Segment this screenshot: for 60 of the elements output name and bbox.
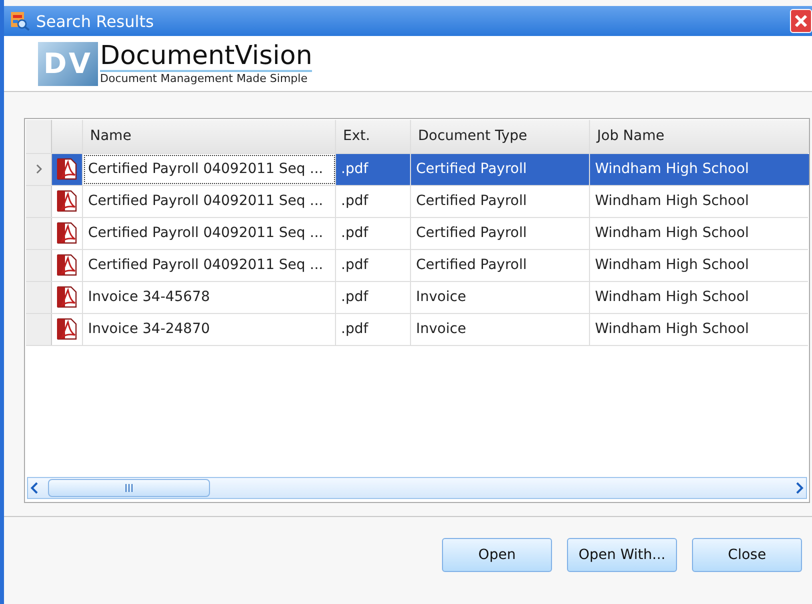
- table-cell: Certified Payroll: [411, 154, 590, 185]
- table-cell: Windham High School: [590, 250, 809, 281]
- table-cell: Certified Payroll 04092011 Seq ...: [83, 218, 336, 249]
- table-cell: .pdf: [336, 282, 411, 313]
- search-document-icon: [10, 11, 30, 32]
- column-header[interactable]: Job Name: [590, 120, 809, 153]
- window-title: Search Results: [36, 12, 154, 31]
- table-cell: Invoice: [411, 314, 590, 345]
- table-cell: Windham High School: [590, 314, 809, 345]
- pdf-icon: [56, 286, 78, 308]
- table-row[interactable]: Invoice 34-45678 .pdf Invoice Windham High School: [26, 282, 808, 314]
- table-cell: .pdf: [336, 250, 411, 281]
- table-cell: Certified Payroll: [411, 218, 590, 249]
- dialog-button[interactable]: Close: [692, 538, 802, 572]
- row-header: [26, 218, 52, 249]
- table-cell: Certified Payroll: [411, 186, 590, 217]
- logo-tagline: Document Management Made Simple: [100, 72, 308, 85]
- table-row[interactable]: Invoice 34-24870 .pdf Invoice Windham High School: [26, 314, 808, 346]
- dialog-button[interactable]: Open: [442, 538, 552, 572]
- logo-mark: DV: [38, 42, 98, 86]
- row-header: [26, 120, 52, 153]
- table-cell: .pdf: [336, 218, 411, 249]
- table-row[interactable]: Certified Payroll 04092011 Seq ... .pdf Certified Payroll Windham High School: [26, 186, 808, 218]
- column-header[interactable]: Name: [83, 120, 336, 153]
- table-cell: .pdf: [336, 314, 411, 345]
- table-cell: Windham High School: [590, 154, 809, 185]
- table-cell: Certified Payroll 04092011 Seq ...: [83, 186, 336, 217]
- table-row[interactable]: Certified Payroll 04092011 Seq ... .pdf Certified Payroll Windham High School: [26, 154, 808, 186]
- close-button[interactable]: [790, 9, 812, 34]
- table-cell: Certified Payroll 04092011 Seq ...: [83, 154, 336, 185]
- table-cell: Windham High School: [590, 218, 809, 249]
- table-cell: Certified Payroll 04092011 Seq ...: [83, 250, 336, 281]
- row-header: [26, 250, 52, 281]
- row-header: [26, 314, 52, 345]
- row-header: [26, 186, 52, 217]
- dialog-button[interactable]: Open With...: [567, 538, 677, 572]
- pdf-icon: [56, 190, 78, 212]
- table-row[interactable]: Certified Payroll 04092011 Seq ... .pdf Certified Payroll Windham High School: [26, 250, 808, 282]
- current-row-icon: [36, 164, 42, 174]
- logo-name: DocumentVision: [100, 42, 312, 72]
- column-header[interactable]: Document Type: [411, 120, 590, 153]
- pdf-icon: [56, 158, 78, 180]
- table-cell: .pdf: [336, 154, 411, 185]
- pdf-icon: [56, 222, 78, 244]
- table-cell: .pdf: [336, 186, 411, 217]
- table-row[interactable]: Certified Payroll 04092011 Seq ... .pdf Certified Payroll Windham High School: [26, 218, 808, 250]
- pdf-icon: [56, 318, 78, 340]
- table-cell: Invoice 34-45678: [83, 282, 336, 313]
- column-header[interactable]: Ext.: [336, 120, 411, 153]
- grip-icon: [125, 484, 133, 492]
- horizontal-scrollbar[interactable]: [27, 476, 807, 499]
- table-cell: Invoice 34-24870: [83, 314, 336, 345]
- table-cell: Invoice: [411, 282, 590, 313]
- table-cell: Certified Payroll: [411, 250, 590, 281]
- close-icon: [794, 14, 808, 28]
- table-cell: Windham High School: [590, 282, 809, 313]
- scrollbar-thumb[interactable]: [48, 478, 210, 497]
- pdf-icon: [56, 254, 78, 276]
- table-cell: Windham High School: [590, 186, 809, 217]
- row-header: [26, 282, 52, 313]
